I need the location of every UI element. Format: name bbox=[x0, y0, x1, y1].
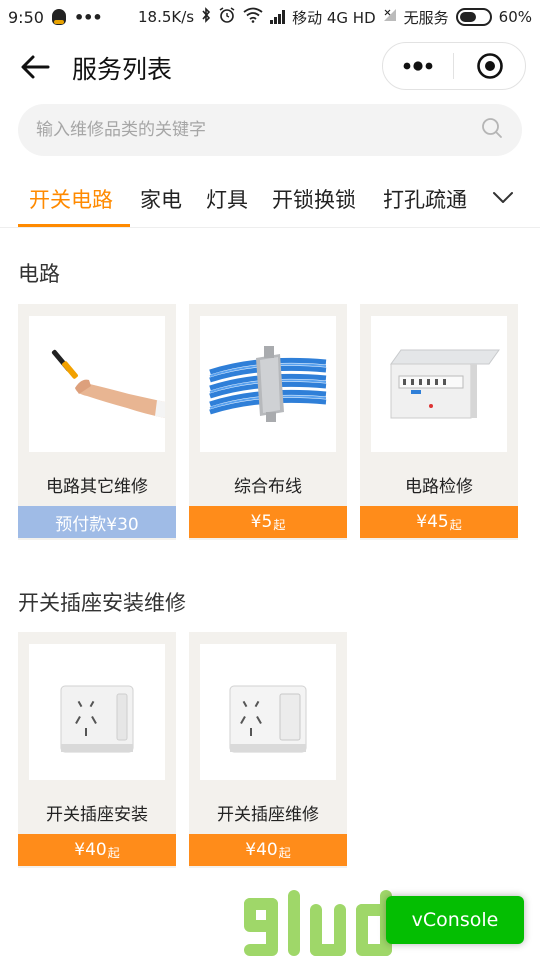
network-speed: 18.5K/s bbox=[137, 8, 195, 26]
battery-icon bbox=[455, 8, 492, 26]
more-menu-button[interactable] bbox=[383, 43, 453, 89]
electrician-hand-tool-icon bbox=[29, 316, 165, 452]
service-name: 开关插座安装 bbox=[46, 805, 148, 825]
tab-lamps[interactable]: 灯具 bbox=[206, 184, 248, 214]
signal-icon bbox=[270, 10, 286, 24]
price-value: ¥40 bbox=[74, 840, 107, 860]
section-title-socket: 开关插座安装维修 bbox=[18, 591, 186, 615]
service-price: ¥40 起 bbox=[18, 834, 176, 866]
tab-locks[interactable]: 开锁换锁 bbox=[272, 184, 356, 214]
service-name: 综合布线 bbox=[234, 477, 302, 497]
battery-percent: 60% bbox=[498, 8, 532, 26]
target-close-icon bbox=[476, 53, 503, 79]
tab-appliances[interactable]: 家电 bbox=[140, 184, 182, 214]
price-value: ¥40 bbox=[245, 840, 278, 860]
tab-switch-circuit[interactable]: 开关电路 bbox=[29, 184, 113, 214]
page-title: 服务列表 bbox=[72, 55, 173, 84]
service-name: 电路检修 bbox=[405, 477, 473, 497]
service-price: 预付款¥30 bbox=[18, 506, 176, 538]
status-bar: 9:50 ••• 18.5K/s 移动 4G HD 无服务 60% bbox=[0, 0, 540, 34]
tab-drilling[interactable]: 打孔疏通 bbox=[383, 184, 467, 214]
service-card[interactable]: 开关插座维修 ¥40 起 bbox=[189, 632, 347, 868]
alarm-icon bbox=[218, 6, 236, 28]
price-value: ¥45 bbox=[416, 512, 449, 532]
search-box bbox=[18, 104, 522, 156]
wall-socket-icon bbox=[29, 644, 165, 780]
vconsole-button[interactable]: vConsole bbox=[386, 896, 524, 944]
active-tab-indicator bbox=[18, 224, 130, 227]
more-dots-icon bbox=[403, 61, 433, 71]
close-mini-program-button[interactable] bbox=[454, 43, 525, 89]
price-value: 预付款¥30 bbox=[55, 514, 139, 535]
service-card[interactable]: 电路其它维修 预付款¥30 bbox=[18, 304, 176, 540]
nav-bar: 服务列表 bbox=[0, 34, 540, 100]
wall-socket-switch-icon bbox=[200, 644, 336, 780]
price-value: ¥5 bbox=[250, 512, 273, 532]
no-signal-icon bbox=[383, 8, 397, 26]
service-name: 电路其它维修 bbox=[46, 477, 148, 497]
category-tabs: 开关电路 家电 灯具 开锁换锁 打孔疏通 bbox=[0, 166, 540, 228]
cable-bundle-icon bbox=[200, 316, 336, 452]
qq-icon bbox=[51, 9, 66, 25]
search-input[interactable] bbox=[36, 120, 480, 140]
no-service-label: 无服务 bbox=[403, 8, 449, 27]
service-card[interactable]: 综合布线 ¥5 起 bbox=[189, 304, 347, 540]
service-price: ¥45 起 bbox=[360, 506, 518, 538]
distribution-box-icon bbox=[371, 316, 507, 452]
price-suffix: 起 bbox=[278, 845, 291, 860]
service-name: 开关插座维修 bbox=[217, 805, 319, 825]
status-time: 9:50 bbox=[8, 7, 44, 27]
search-icon[interactable] bbox=[480, 116, 504, 144]
bluetooth-icon bbox=[201, 7, 211, 27]
price-suffix: 起 bbox=[273, 517, 286, 532]
service-price: ¥5 起 bbox=[189, 506, 347, 538]
service-card[interactable]: 电路检修 ¥45 起 bbox=[360, 304, 518, 540]
price-suffix: 起 bbox=[449, 517, 462, 532]
price-suffix: 起 bbox=[107, 845, 120, 860]
more-notifications-icon: ••• bbox=[73, 7, 103, 27]
service-price: ¥40 起 bbox=[189, 834, 347, 866]
wifi-icon bbox=[243, 7, 263, 27]
section-title-circuit: 电路 bbox=[18, 262, 60, 286]
chevron-down-icon[interactable] bbox=[490, 184, 516, 210]
carrier-label: 移动 4G HD bbox=[292, 8, 376, 27]
back-arrow-icon[interactable] bbox=[18, 52, 52, 82]
page: 9:50 ••• 18.5K/s 移动 4G HD 无服务 60% 服务列表 输… bbox=[0, 0, 540, 960]
service-card[interactable]: 开关插座安装 ¥40 起 bbox=[18, 632, 176, 868]
mini-program-capsule bbox=[382, 42, 526, 90]
